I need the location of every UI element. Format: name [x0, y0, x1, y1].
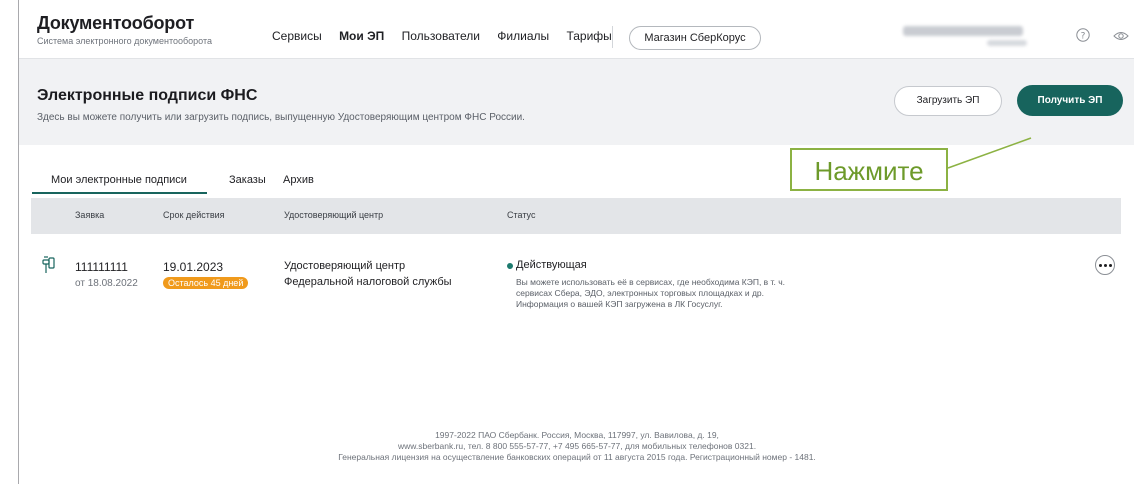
- callout-pointer-line: [947, 137, 1032, 169]
- app-window: Документооборот Система электронного док…: [18, 0, 1134, 484]
- callout-annotation: Нажмите: [790, 148, 948, 191]
